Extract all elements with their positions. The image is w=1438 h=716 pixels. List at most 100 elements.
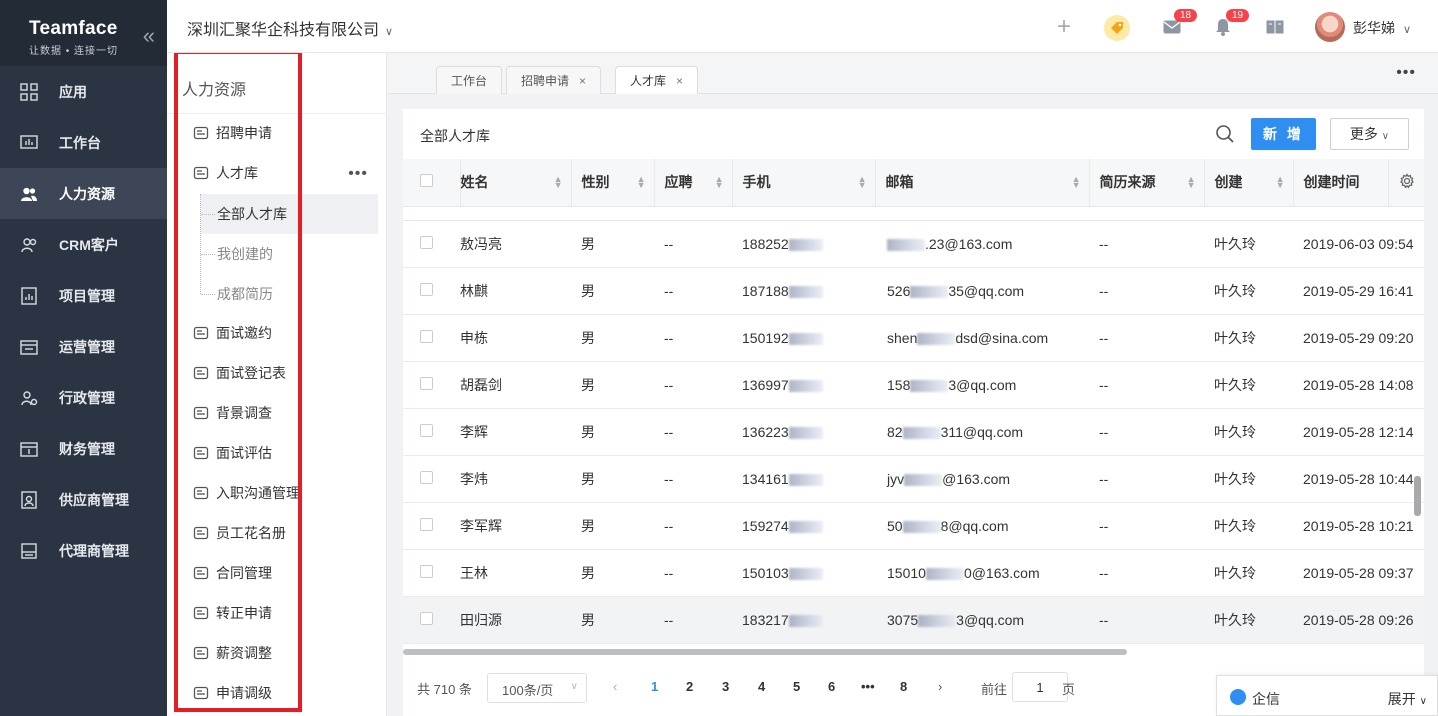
next-page-button[interactable]: › (938, 679, 942, 694)
gender: 男 (581, 329, 595, 346)
page-8[interactable]: 8 (900, 679, 907, 694)
table-row[interactable]: 林麒 男 -- 187188 526 35@qq.com -- 叶久玲 2019-05-29 1… (403, 267, 1424, 315)
project-icon (19, 286, 39, 306)
sort-icon[interactable]: ▲ ▼ (637, 175, 646, 190)
expand-button[interactable]: 展开 ∨ (1388, 689, 1427, 709)
tab-label: 人才库 (630, 74, 667, 88)
table-row[interactable]: 李军辉 男 -- 159274 50 8@qq.com -- 叶久玲 2019-05-28 10… (403, 502, 1424, 550)
more-dots-icon[interactable]: ••• (1396, 64, 1416, 82)
user-menu[interactable]: 彭华娣 ∨ (1353, 18, 1411, 38)
table-row[interactable]: 李辉 男 -- 136223 82 311@qq.com -- 叶久玲 2019-05-28 1… (403, 408, 1424, 456)
table-row[interactable]: 王林 男 -- 150103 15010 0@163.com -- 叶久玲 2019-05-28… (403, 549, 1424, 597)
table-row[interactable]: 胡磊剑 男 -- 136997 158 3@qq.com -- 叶久玲 2019-05-28 1… (403, 361, 1424, 409)
qixin-chat-widget[interactable]: 企信 展开 ∨ (1216, 675, 1438, 716)
close-icon[interactable]: × (579, 74, 586, 88)
created-time: 2019-05-28 14:08 (1303, 376, 1414, 393)
redacted-blur (918, 614, 957, 627)
email-prefix: shen (887, 329, 918, 346)
row-checkbox[interactable] (420, 376, 433, 390)
created-time: 2019-05-28 10:44 (1303, 470, 1414, 487)
page-ellipsis[interactable]: ••• (861, 679, 875, 694)
sort-icon[interactable]: ▲ ▼ (1187, 175, 1196, 190)
applied-position: -- (664, 423, 674, 440)
creator: 叶久玲 (1214, 423, 1256, 440)
row-checkbox[interactable] (420, 470, 433, 484)
company-switcher[interactable]: 深圳汇聚华企科技有限公司 ∨ (187, 16, 393, 40)
page-3[interactable]: 3 (722, 679, 729, 694)
candidate-name[interactable]: 李辉 (460, 424, 488, 440)
search-icon[interactable] (1215, 124, 1235, 147)
row-checkbox[interactable] (420, 423, 433, 437)
vertical-scrollbar[interactable] (1414, 476, 1421, 516)
column-header[interactable]: 邮箱 ▲ ▼ (875, 159, 1090, 207)
nav-item-3[interactable]: CRM客户 (0, 219, 167, 270)
column-header[interactable]: 简历来源 ▲ ▼ (1089, 159, 1205, 207)
column-header[interactable]: 创建时间 (1293, 159, 1389, 207)
page-6[interactable]: 6 (828, 679, 835, 694)
candidate-name[interactable]: 李军辉 (460, 518, 502, 534)
nav-item-7[interactable]: 财务管理 (0, 423, 167, 474)
candidate-name[interactable]: 王林 (460, 565, 488, 581)
avatar[interactable] (1315, 12, 1345, 42)
column-header[interactable]: 创建 ▲ ▼ (1204, 159, 1294, 207)
column-header[interactable]: 应聘 ▲ ▼ (654, 159, 733, 207)
candidate-name[interactable]: 李炜 (460, 471, 488, 487)
candidate-name[interactable]: 田归源 (460, 612, 502, 628)
tab-1[interactable]: 招聘申请 × (506, 66, 602, 94)
column-header[interactable]: 手机 ▲ ▼ (732, 159, 876, 207)
close-icon[interactable]: × (676, 74, 683, 88)
candidate-name[interactable]: 申栋 (460, 330, 488, 346)
nav-item-5[interactable]: 运营管理 (0, 321, 167, 372)
page-4[interactable]: 4 (758, 679, 765, 694)
nav-item-0[interactable]: 应用 (0, 66, 167, 117)
phone: 134161 (742, 470, 789, 487)
book-icon[interactable] (1263, 15, 1287, 39)
sort-icon[interactable]: ▲ ▼ (858, 175, 867, 190)
candidate-name[interactable]: 敖冯亮 (460, 236, 502, 252)
row-checkbox[interactable] (420, 235, 433, 249)
page-5[interactable]: 5 (793, 679, 800, 694)
page-size-select[interactable]: 100条/页 ∨ (487, 673, 587, 703)
table-row[interactable]: 敖冯亮 男 -- 188252 .23@163.com -- 叶久玲 2019-06-03 0… (403, 220, 1424, 268)
table-row[interactable]: 田归源 男 -- 183217 3075 3@qq.com -- 叶久玲 2019-05-28 … (403, 596, 1424, 644)
created-time: 2019-05-28 09:26 (1303, 611, 1414, 628)
page-1[interactable]: 1 (651, 679, 658, 694)
nav-item-label: 财务管理 (59, 440, 115, 457)
row-checkbox[interactable] (420, 564, 433, 578)
plus-icon[interactable]: + (1052, 13, 1076, 40)
row-checkbox[interactable] (420, 329, 433, 343)
more-button[interactable]: 更多 ∨ (1330, 118, 1409, 150)
tab-2[interactable]: 人才库 × (615, 66, 699, 94)
nav-item-4[interactable]: 项目管理 (0, 270, 167, 321)
add-button[interactable]: 新 增 (1251, 118, 1316, 150)
page-2[interactable]: 2 (686, 679, 693, 694)
table-row[interactable]: 申栋 男 -- 150192 shen dsd@sina.com -- 叶久玲 2019-05-… (403, 314, 1424, 362)
horizontal-scrollbar[interactable] (403, 649, 1127, 655)
candidate-name[interactable]: 林麒 (460, 283, 488, 299)
nav-item-6[interactable]: 行政管理 (0, 372, 167, 423)
nav-item-9[interactable]: 代理商管理 (0, 525, 167, 576)
nav-item-8[interactable]: 供应商管理 (0, 474, 167, 525)
collapse-icon[interactable]: « (143, 23, 155, 49)
prev-page-button[interactable]: ‹ (613, 679, 617, 694)
candidate-name[interactable]: 胡磊剑 (460, 377, 502, 393)
row-checkbox[interactable] (420, 517, 433, 531)
sort-icon[interactable]: ▲ ▼ (1276, 175, 1285, 190)
row-checkbox[interactable] (420, 611, 433, 625)
select-all-checkbox[interactable] (420, 174, 433, 188)
row-checkbox[interactable] (420, 282, 433, 296)
goto-page-input[interactable]: 1 (1012, 672, 1068, 702)
created-time: 2019-06-03 09:54 (1303, 235, 1414, 252)
sort-icon[interactable]: ▲ ▼ (1072, 175, 1081, 190)
table-row[interactable]: 李炜 男 -- 134161 jyv @163.com -- 叶久玲 2019-05-28 10… (403, 455, 1424, 503)
column-settings[interactable] (1388, 159, 1424, 207)
column-header[interactable]: 性别 ▲ ▼ (571, 159, 655, 207)
nav-item-1[interactable]: 工作台 (0, 117, 167, 168)
sort-icon[interactable]: ▲ ▼ (715, 175, 724, 190)
column-header[interactable]: 姓名 ▲ ▼ (460, 159, 572, 207)
nav-item-2[interactable]: 人力资源 (0, 168, 167, 219)
sort-icon[interactable]: ▲ ▼ (554, 175, 563, 190)
tab-label: 工作台 (451, 74, 488, 88)
tab-0[interactable]: 工作台 (436, 66, 503, 94)
tag-icon[interactable] (1104, 15, 1130, 41)
